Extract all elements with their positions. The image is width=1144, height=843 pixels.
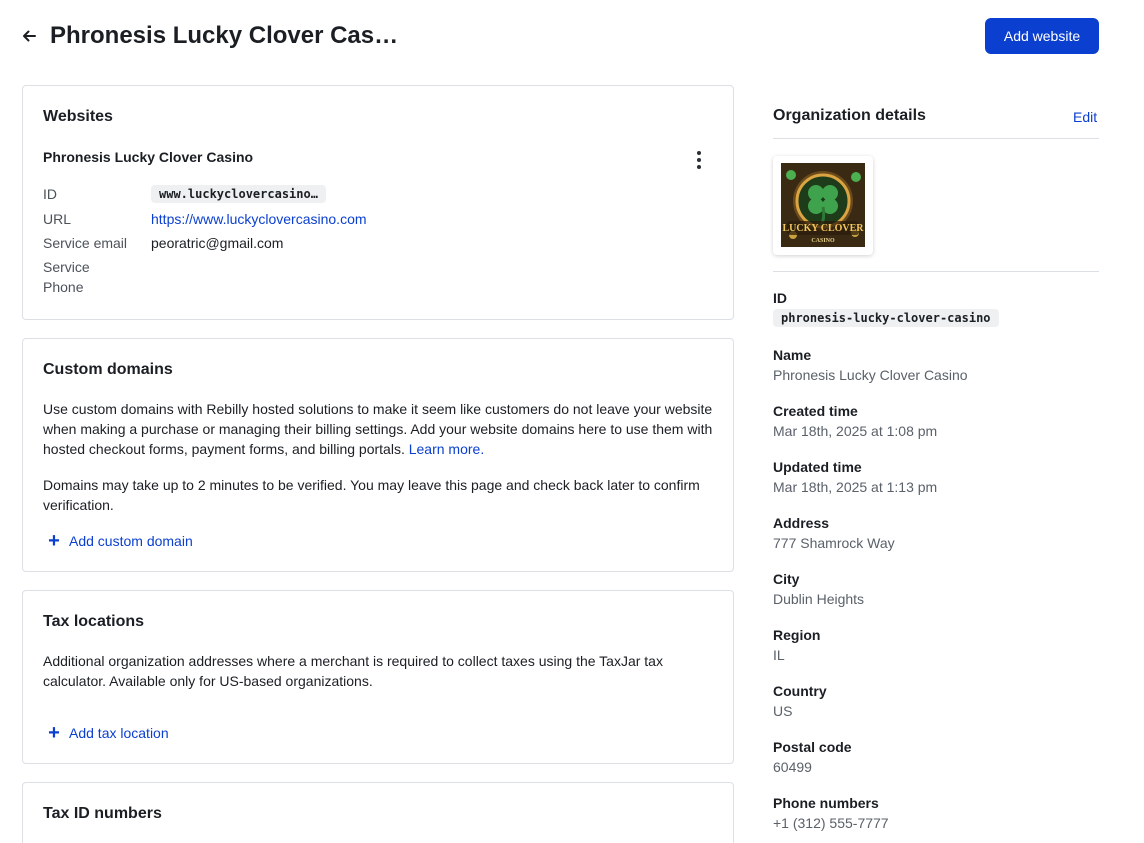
website-name: Phronesis Lucky Clover Casino (43, 149, 254, 165)
postal-code-label: Postal code (773, 739, 852, 755)
country-value: US (773, 703, 793, 719)
add-tax-location-label: Add tax location (69, 725, 169, 741)
region-value: IL (773, 647, 785, 663)
custom-domains-description-text: Use custom domains with Rebilly hosted s… (43, 401, 713, 457)
city-value: Dublin Heights (773, 591, 865, 607)
websites-card: Websites Phronesis Lucky Clover Casino I… (22, 85, 734, 320)
service-email-label: Service email (43, 235, 128, 251)
phone-numbers-value: +1 (312) 555-7777 (773, 815, 889, 831)
city-label: City (773, 571, 800, 587)
websites-title: Websites (43, 108, 113, 125)
logo-text-sub: CASINO (811, 238, 835, 244)
updated-time-value: Mar 18th, 2025 at 1:13 pm (773, 479, 938, 495)
service-phone-label-line1: Service (43, 259, 90, 275)
tax-locations-card: Tax locations Additional organization ad… (22, 590, 734, 764)
website-url-label: URL (43, 211, 72, 227)
arrow-left-icon (23, 30, 36, 42)
add-custom-domain-label: Add custom domain (69, 533, 193, 549)
org-id-value: phronesis-lucky-clover-casino (773, 309, 999, 327)
tax-locations-description: Additional organization addresses where … (43, 653, 663, 689)
divider (773, 271, 1099, 272)
custom-domains-description: Use custom domains with Rebilly hosted s… (43, 399, 713, 459)
website-id-label: ID (43, 186, 57, 202)
plus-icon: + (48, 530, 60, 552)
phone-numbers-label: Phone numbers (773, 795, 879, 811)
service-email-value: peoratric@gmail.com (151, 235, 284, 251)
updated-time-label: Updated time (773, 459, 862, 475)
custom-domains-card: Custom domains Use custom domains with R… (22, 338, 734, 572)
tax-locations-title: Tax locations (43, 613, 145, 630)
address-value: 777 Shamrock Way (773, 535, 895, 551)
kebab-vertical-icon[interactable] (690, 149, 708, 171)
custom-domains-note: Domains may take up to 2 minutes to be v… (43, 477, 700, 513)
region-label: Region (773, 627, 821, 643)
country-label: Country (773, 683, 827, 699)
service-phone-label-line2: Phone (43, 279, 84, 295)
page-title: Phronesis Lucky Clover Cas… (50, 22, 399, 49)
org-id-label: ID (773, 290, 787, 306)
add-website-button[interactable]: Add website (985, 18, 1099, 54)
learn-more-link[interactable]: Learn more. (409, 441, 484, 457)
website-url-link[interactable]: https://www.luckyclovercasino.com (151, 209, 367, 229)
back-button[interactable] (20, 27, 38, 45)
postal-code-value: 60499 (773, 759, 812, 775)
custom-domains-title: Custom domains (43, 361, 173, 378)
service-phone-label: Service Phone (43, 257, 90, 297)
website-id-value: www.luckyclovercasino… (151, 185, 326, 203)
organization-logo: LUCKY CLOVER CASINO (773, 156, 873, 255)
address-label: Address (773, 515, 830, 531)
org-name-label: Name (773, 347, 812, 363)
add-tax-location-button[interactable]: + Add tax location (47, 722, 169, 744)
add-custom-domain-button[interactable]: + Add custom domain (47, 530, 193, 552)
logo-text-main: LUCKY CLOVER (782, 223, 864, 234)
edit-organization-link[interactable]: Edit (1073, 109, 1097, 125)
tax-id-card: Tax ID numbers (22, 782, 734, 843)
divider (773, 138, 1099, 139)
created-time-value: Mar 18th, 2025 at 1:08 pm (773, 423, 938, 439)
organization-details-title: Organization details (773, 107, 926, 124)
created-time-label: Created time (773, 403, 858, 419)
clover-icon: LUCKY CLOVER CASINO (781, 163, 865, 247)
plus-icon: + (48, 722, 60, 744)
tax-id-title: Tax ID numbers (43, 805, 162, 822)
org-name-value: Phronesis Lucky Clover Casino (773, 367, 968, 383)
